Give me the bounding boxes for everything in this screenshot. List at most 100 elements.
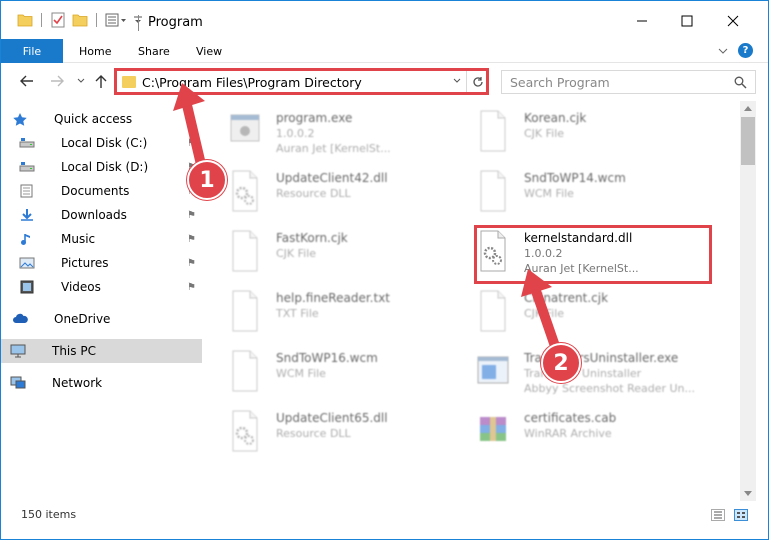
exe-icon (228, 109, 262, 153)
pin-icon[interactable]: ⚑ (187, 282, 196, 293)
file-item[interactable]: certificates.cab WinRAR Archive (464, 405, 704, 461)
maximize-button[interactable] (664, 7, 710, 35)
pictures-icon (19, 256, 35, 270)
pin-icon[interactable]: ⚑ (187, 258, 196, 269)
properties-icon[interactable] (50, 12, 66, 28)
tiles-view-icon (737, 512, 745, 518)
help-button[interactable]: ? (738, 43, 753, 58)
nav-item-label: Music (61, 232, 96, 246)
nav-item-network[interactable]: Network (1, 371, 202, 395)
file-item[interactable]: UpdateClient65.dll Resource DLL (216, 405, 456, 461)
step-number: 2 (553, 350, 569, 376)
nav-item-onedrive[interactable]: OneDrive (1, 307, 202, 331)
pin-icon[interactable]: ⚑ (187, 210, 196, 221)
step-badge-1: 1 (187, 160, 227, 200)
file-name: Korean.cjk (524, 111, 587, 125)
nav-item-label: This PC (52, 344, 96, 358)
forward-arrow-icon[interactable] (49, 74, 65, 88)
close-button[interactable] (710, 7, 756, 35)
file-detail: CJK File (276, 247, 317, 260)
nav-item-music[interactable]: Music ⚑ (1, 227, 202, 251)
file-icon (476, 289, 510, 333)
file-item[interactable]: FastKorn.cjk CJK File (216, 225, 456, 281)
search-placeholder: Search Program (510, 74, 610, 90)
pin-icon[interactable]: ⚑ (187, 138, 196, 149)
navigation-bar: C:\Program Files\Program Directory Searc… (1, 63, 768, 99)
qat-divider (96, 13, 97, 27)
nav-item-label: Pictures (61, 256, 109, 270)
file-name: Chinatrent.cjk (524, 291, 609, 305)
recent-locations-icon[interactable] (76, 76, 86, 86)
up-arrow-icon[interactable] (94, 73, 108, 89)
file-item[interactable]: SndToWP16.wcm WCM File (216, 345, 456, 401)
tab-home[interactable]: Home (79, 39, 111, 63)
minimize-button[interactable] (619, 7, 665, 35)
nav-item-pictures[interactable]: Pictures ⚑ (1, 251, 202, 275)
vertical-scrollbar[interactable] (740, 101, 756, 501)
file-item[interactable]: kernelstandard.dll 1.0.0.2 Auran Jet [Kern… (464, 225, 704, 281)
nav-item-videos[interactable]: Videos ⚑ (1, 275, 202, 299)
file-detail: Auran Jet [KernelSt... (524, 262, 639, 275)
videos-icon (19, 280, 35, 294)
pin-icon[interactable]: ⚑ (187, 234, 196, 245)
view-options-icon[interactable] (105, 13, 127, 27)
nav-item-local-disk-c[interactable]: Local Disk (C:) ⚑ (1, 131, 202, 155)
folder-icon (122, 76, 136, 88)
tiles-view-button[interactable] (734, 509, 748, 521)
scroll-down-icon[interactable] (744, 491, 752, 497)
scroll-up-icon[interactable] (744, 105, 752, 111)
maximize-icon (681, 15, 693, 27)
nav-item-documents[interactable]: Documents⚑ (1, 179, 202, 203)
title-bar: Program (1, 1, 768, 39)
title-divider (138, 15, 139, 31)
file-name: SndToWP16.wcm (276, 351, 378, 365)
file-item[interactable]: SndToWP14.wcm WCM File (464, 165, 704, 221)
file-name: SndToWP14.wcm (524, 171, 626, 185)
search-icon[interactable] (734, 76, 747, 89)
file-item[interactable]: Chinatrent.cjk CJK File (464, 285, 704, 341)
nav-item-label: Local Disk (C:) (61, 136, 148, 150)
tab-share[interactable]: Share (138, 39, 170, 63)
address-bar[interactable]: C:\Program Files\Program Directory (115, 70, 489, 94)
nav-item-this-pc[interactable]: This PC (1, 339, 202, 363)
close-icon (727, 15, 739, 27)
folder-icon (17, 14, 33, 27)
file-list: program.exe 1.0.0.2 Auran Jet [KernelSt...… (216, 101, 738, 499)
computer-icon (10, 344, 26, 358)
file-detail: WCM File (276, 367, 326, 380)
refresh-icon (472, 77, 483, 87)
file-item[interactable]: program.exe 1.0.0.2 Auran Jet [KernelSt... (216, 105, 456, 161)
network-icon (10, 376, 26, 390)
search-box[interactable]: Search Program (501, 70, 756, 94)
tab-file[interactable]: File (1, 39, 63, 63)
file-item[interactable]: Korean.cjk CJK File (464, 105, 704, 161)
minimize-icon (637, 20, 647, 22)
nav-item-label: OneDrive (54, 312, 111, 326)
file-item[interactable]: TranslatorsUninstaller.exe Translator Uni… (464, 345, 704, 401)
file-name: UpdateClient42.dll (276, 171, 388, 185)
details-view-button[interactable] (711, 509, 725, 521)
item-count: 150 items (21, 508, 77, 521)
tab-view[interactable]: View (196, 39, 222, 63)
nav-item-local-disk-d[interactable]: Local Disk (D:)⚑ (1, 155, 202, 179)
nav-item-downloads[interactable]: Downloads ⚑ (1, 203, 202, 227)
dll-icon (228, 169, 262, 213)
file-item[interactable]: help.fineReader.txt TXT File (216, 285, 456, 341)
cloud-icon (12, 312, 28, 326)
window-title: Program (148, 15, 203, 30)
back-arrow-icon[interactable] (19, 74, 35, 88)
scrollbar-thumb[interactable] (741, 117, 755, 165)
file-icon (228, 349, 262, 393)
installer-icon (476, 349, 510, 393)
file-detail: TXT File (276, 307, 319, 320)
address-dropdown-icon[interactable] (448, 76, 466, 89)
dll-icon (476, 229, 510, 273)
dll-icon (228, 409, 262, 453)
nav-item-quick-access[interactable]: Quick access (1, 107, 202, 131)
refresh-button[interactable] (466, 71, 488, 93)
file-item[interactable]: UpdateClient42.dll Resource DLL (216, 165, 456, 221)
drive-icon (19, 136, 35, 150)
file-detail: Auran Jet [KernelSt... (276, 142, 391, 155)
new-folder-icon[interactable] (72, 13, 88, 27)
expand-ribbon-icon[interactable] (717, 46, 729, 56)
